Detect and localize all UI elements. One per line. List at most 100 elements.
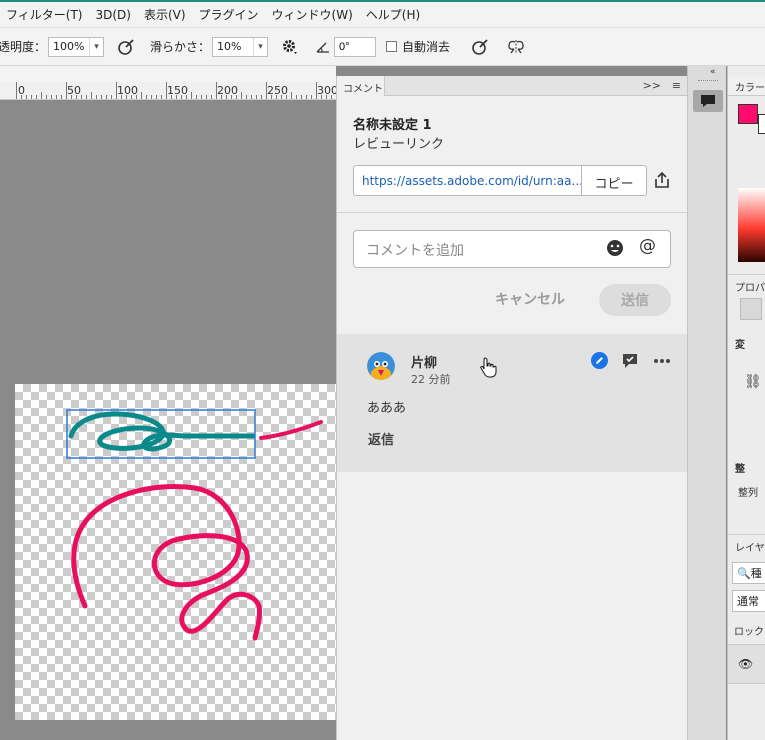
ruler-tick: [196, 95, 197, 99]
dock-grip[interactable]: [698, 80, 718, 83]
tab-color[interactable]: カラー: [728, 76, 765, 96]
menu-3d[interactable]: 3D(D): [95, 8, 130, 22]
ruler-tick: [61, 95, 62, 99]
ruler-tick: [111, 95, 112, 99]
menu-plugins[interactable]: プラグイン: [199, 6, 259, 23]
ruler-tick: [231, 95, 232, 99]
ruler-tick: [321, 95, 322, 99]
symmetry-icon[interactable]: [504, 35, 528, 59]
pressure-size-icon[interactable]: [468, 35, 492, 59]
collapse-panel-icon[interactable]: >>: [643, 79, 661, 92]
ruler-tick: [86, 95, 87, 99]
comments-panel: コメント >> ≡ 名称未設定 1 レビューリンク https://assets…: [336, 76, 688, 740]
brush-pressure-icon[interactable]: [114, 35, 138, 59]
image-properties-icon[interactable]: [740, 298, 762, 320]
angle-icon: [314, 35, 332, 59]
transform-section[interactable]: 変: [728, 332, 765, 352]
ruler-tick: [31, 95, 32, 99]
ruler-tick: [121, 95, 122, 99]
teal-stroke: [68, 411, 256, 452]
gear-icon[interactable]: [278, 35, 302, 59]
copy-button[interactable]: コピー: [581, 165, 647, 196]
mention-icon[interactable]: @: [639, 236, 656, 256]
menu-window[interactable]: ウィンドウ(W): [272, 6, 353, 23]
smoothing-value[interactable]: 10%: [213, 40, 253, 53]
auto-erase-label: 自動消去: [402, 40, 451, 54]
tab-properties[interactable]: プロパテ: [728, 274, 765, 294]
comments-panel-button[interactable]: [693, 90, 723, 112]
comment-author: 片柳: [411, 356, 438, 371]
expand-panels-icon[interactable]: «: [710, 67, 716, 77]
ruler-tick: [206, 95, 207, 99]
ruler-tick: [161, 95, 162, 99]
background-color-swatch[interactable]: [758, 114, 765, 134]
resolve-comment-icon[interactable]: [621, 352, 639, 370]
more-options-icon[interactable]: [653, 358, 671, 364]
panel-menu-icon[interactable]: ≡: [672, 79, 681, 92]
tab-comments[interactable]: コメント: [337, 76, 385, 96]
ruler-tick: [211, 95, 212, 99]
ruler-tick: [81, 95, 82, 99]
smoothing-combo[interactable]: 10% ▾: [212, 36, 269, 57]
link-icon[interactable]: ⛓: [744, 374, 762, 390]
align-label: 整列: [738, 488, 758, 499]
tab-layers[interactable]: レイヤー: [728, 534, 765, 554]
document-title: 名称未設定 1: [353, 118, 432, 133]
auto-erase-checkbox[interactable]: [386, 41, 398, 52]
ruler-tick: [311, 95, 312, 99]
ruler-tick: [41, 92, 42, 99]
ruler-tick: [71, 95, 72, 99]
ruler-label: 50: [67, 84, 81, 97]
ruler-tick: [296, 95, 297, 99]
menu-bar: フィルター(T) 3D(D) 表示(V) プラグイン ウィンドウ(W) ヘルプ(…: [0, 2, 765, 28]
layer-row[interactable]: 👁: [728, 644, 765, 684]
ruler-tick: [276, 95, 277, 99]
ruler-tick: [101, 95, 102, 99]
edit-icon[interactable]: [591, 352, 608, 369]
ruler-tick: [316, 82, 317, 99]
ruler-tick: [186, 95, 187, 99]
lock-label: ロック：: [734, 627, 765, 638]
ruler-tick: [21, 95, 22, 99]
chevron-down-icon[interactable]: ▾: [89, 37, 103, 56]
ruler-tick: [131, 95, 132, 99]
menu-filter[interactable]: フィルター(T): [6, 6, 82, 23]
ruler-tick: [91, 92, 92, 99]
cancel-button[interactable]: キャンセル: [495, 289, 565, 309]
pink-stroke-short: [259, 420, 323, 440]
ruler-tick: [236, 95, 237, 99]
menu-help[interactable]: ヘルプ(H): [366, 6, 420, 23]
ruler-tick: [141, 92, 142, 99]
document-area: 0 50 100 150 200 250 300: [0, 66, 336, 740]
right-panels: カラー プロパテ 変 ⛓ 整 整列 レイヤー 🔍種 通常 ロック： 👁: [727, 66, 765, 740]
color-picker-field[interactable]: [738, 188, 765, 262]
ruler-tick: [326, 95, 327, 99]
reply-button[interactable]: 返信: [368, 429, 394, 448]
layer-filter[interactable]: 🔍種: [732, 562, 765, 584]
review-link-field[interactable]: https://assets.adobe.com/id/urn:aa...: [353, 165, 582, 196]
ruler-tick: [51, 95, 52, 99]
eye-icon[interactable]: 👁: [738, 657, 753, 671]
opacity-combo[interactable]: 100% ▾: [48, 36, 105, 57]
menu-view[interactable]: 表示(V): [144, 6, 186, 23]
chevron-down-icon[interactable]: ▾: [253, 37, 267, 56]
send-button[interactable]: 送信: [599, 284, 671, 316]
ruler-tick: [26, 95, 27, 99]
share-icon[interactable]: [652, 170, 672, 190]
ruler-tick: [126, 95, 127, 99]
canvas[interactable]: [15, 384, 336, 720]
foreground-color-swatch[interactable]: [738, 104, 758, 124]
comment-body: あああ: [367, 401, 407, 416]
opacity-label: 透明度：: [0, 40, 47, 54]
comment-thread: 片柳 22 分前 あああ 返信: [337, 334, 688, 472]
ruler-tick: [306, 95, 307, 99]
angle-input[interactable]: [334, 36, 377, 57]
opacity-value[interactable]: 100%: [49, 40, 89, 53]
ruler-tick: [136, 95, 137, 99]
blend-mode-select[interactable]: 通常: [732, 590, 765, 612]
align-section[interactable]: 整: [728, 456, 765, 476]
ruler-tick: [76, 95, 77, 99]
emoji-icon[interactable]: [605, 238, 625, 258]
pink-stroke-loop: [71, 483, 262, 641]
ruler-tick: [146, 95, 147, 99]
